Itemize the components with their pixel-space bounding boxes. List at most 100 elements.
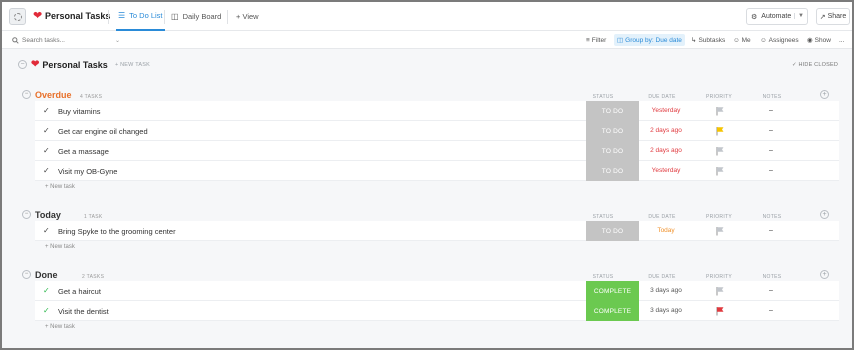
assignees-button[interactable]: ☺ Assignees	[760, 34, 799, 46]
column-header-priority[interactable]: PRIORITY	[699, 214, 739, 220]
checkmark-icon[interactable]: ✓	[43, 146, 50, 155]
status-badge[interactable]: TO DO	[586, 221, 639, 241]
checkmark-icon[interactable]: ✓	[43, 286, 50, 295]
divider	[164, 10, 165, 24]
column-header-status[interactable]: STATUS	[583, 214, 623, 220]
priority-flag-icon[interactable]	[715, 226, 725, 236]
notes-cell[interactable]: –	[769, 107, 773, 114]
new-task-button[interactable]: + New task	[45, 184, 75, 190]
status-badge[interactable]: TO DO	[586, 101, 639, 121]
column-header-priority[interactable]: PRIORITY	[699, 274, 739, 280]
priority-flag-icon[interactable]	[715, 286, 725, 296]
column-header-notes[interactable]: NOTES	[754, 274, 790, 280]
task-name[interactable]: Get car engine oil changed	[58, 127, 148, 136]
share-icon: ↗	[819, 13, 826, 21]
due-date[interactable]: 2 days ago	[641, 127, 691, 134]
task-name[interactable]: Visit the dentist	[58, 307, 109, 316]
due-date[interactable]: Yesterday	[641, 167, 691, 174]
column-header-status[interactable]: STATUS	[583, 94, 623, 100]
status-badge[interactable]: TO DO	[586, 161, 639, 181]
add-column-icon[interactable]: +	[820, 90, 829, 99]
filter-button[interactable]: ≡ Filter	[586, 34, 606, 46]
task-name[interactable]: Get a massage	[58, 147, 109, 156]
task-row[interactable]: ✓ Visit the dentist COMPLETE 3 days ago –	[35, 301, 839, 321]
space-settings-button[interactable]	[9, 8, 26, 25]
collapse-group-icon[interactable]: −	[22, 210, 31, 219]
tab-daily-board[interactable]: ◫ Daily Board	[171, 2, 221, 31]
notes-cell[interactable]: –	[769, 287, 773, 294]
column-header-due-date[interactable]: DUE DATE	[637, 274, 687, 280]
column-header-status[interactable]: STATUS	[583, 274, 623, 280]
chevron-down-icon[interactable]: ▼	[794, 13, 804, 19]
task-row[interactable]: ✓ Get car engine oil changed TO DO 2 days a…	[35, 121, 839, 141]
status-badge[interactable]: COMPLETE	[586, 281, 639, 301]
task-row[interactable]: ✓ Get a massage TO DO 2 days ago –	[35, 141, 839, 161]
chevron-down-icon[interactable]: ⌄	[115, 37, 120, 44]
more-options-button[interactable]: ...	[839, 34, 844, 46]
group-by-button[interactable]: ◫ Group by: Due date	[614, 34, 685, 46]
task-row[interactable]: ✓ Bring Spyke to the grooming center TO DO…	[35, 221, 839, 241]
priority-flag-icon[interactable]	[715, 106, 725, 116]
show-button[interactable]: ◉ Show	[807, 34, 831, 46]
status-badge[interactable]: TO DO	[586, 121, 639, 141]
due-date[interactable]: 3 days ago	[641, 307, 691, 314]
status-badge[interactable]: COMPLETE	[586, 301, 639, 321]
task-name[interactable]: Get a haircut	[58, 287, 101, 296]
column-header-due-date[interactable]: DUE DATE	[637, 214, 687, 220]
new-task-button[interactable]: + New task	[45, 244, 75, 250]
column-header-notes[interactable]: NOTES	[754, 94, 790, 100]
task-row[interactable]: ✓ Buy vitamins TO DO Yesterday –	[35, 101, 839, 121]
due-date[interactable]: Today	[641, 227, 691, 234]
column-header-priority[interactable]: PRIORITY	[699, 94, 739, 100]
collapse-list-icon[interactable]: −	[18, 60, 27, 69]
add-column-icon[interactable]: +	[820, 210, 829, 219]
collapse-group-icon[interactable]: −	[22, 270, 31, 279]
add-column-icon[interactable]: +	[820, 270, 829, 279]
list-header: − ❤ Personal Tasks + NEW TASK ✓ HIDE CLO…	[14, 56, 840, 74]
checkmark-icon[interactable]: ✓	[43, 166, 50, 175]
new-task-button[interactable]: + New task	[45, 324, 75, 330]
due-date[interactable]: Yesterday	[641, 107, 691, 114]
tab-to-do-list[interactable]: ☰ To Do List	[116, 2, 165, 31]
divider	[227, 10, 228, 24]
new-task-link[interactable]: + NEW TASK	[115, 62, 150, 68]
priority-flag-icon[interactable]	[715, 126, 725, 136]
priority-flag-icon[interactable]	[715, 146, 725, 156]
task-name[interactable]: Buy vitamins	[58, 107, 101, 116]
automate-button[interactable]: ⚙ Automate ▼	[746, 8, 808, 25]
column-header-due-date[interactable]: DUE DATE	[637, 94, 687, 100]
notes-cell[interactable]: –	[769, 167, 773, 174]
checkmark-icon[interactable]: ✓	[43, 306, 50, 315]
collapse-group-icon[interactable]: −	[22, 90, 31, 99]
user-icon: ☺	[733, 36, 740, 44]
checkmark-icon[interactable]: ✓	[43, 126, 50, 135]
task-name[interactable]: Visit my OB-Gyne	[58, 167, 117, 176]
tab-label: To Do List	[129, 11, 163, 20]
task-row[interactable]: ✓ Get a haircut COMPLETE 3 days ago –	[35, 281, 839, 301]
notes-cell[interactable]: –	[769, 147, 773, 154]
task-row[interactable]: ✓ Visit my OB-Gyne TO DO Yesterday –	[35, 161, 839, 181]
search-box: ⌄	[12, 34, 128, 46]
search-input[interactable]	[22, 36, 112, 44]
priority-flag-icon[interactable]	[715, 166, 725, 176]
column-header-notes[interactable]: NOTES	[754, 214, 790, 220]
layers-icon: ◫	[617, 37, 624, 44]
share-button[interactable]: ↗ Share	[816, 8, 850, 25]
checkmark-icon[interactable]: ✓	[43, 106, 50, 115]
add-view-button[interactable]: + View	[236, 2, 259, 31]
checkmark-icon[interactable]: ✓	[43, 226, 50, 235]
me-button[interactable]: ☺ Me	[733, 34, 751, 46]
hide-closed-button[interactable]: ✓ HIDE CLOSED	[792, 62, 838, 68]
priority-flag-icon[interactable]	[715, 306, 725, 316]
due-date[interactable]: 2 days ago	[641, 147, 691, 154]
notes-cell[interactable]: –	[769, 127, 773, 134]
status-badge[interactable]: TO DO	[586, 141, 639, 161]
notes-cell[interactable]: –	[769, 227, 773, 234]
notes-cell[interactable]: –	[769, 307, 773, 314]
due-date[interactable]: 3 days ago	[641, 287, 691, 294]
subtasks-button[interactable]: ↳ Subtasks	[691, 34, 725, 46]
hide-closed-label: HIDE CLOSED	[798, 62, 838, 68]
check-icon: ✓	[791, 62, 797, 68]
more-icon: ...	[839, 36, 845, 44]
task-name[interactable]: Bring Spyke to the grooming center	[58, 227, 176, 236]
